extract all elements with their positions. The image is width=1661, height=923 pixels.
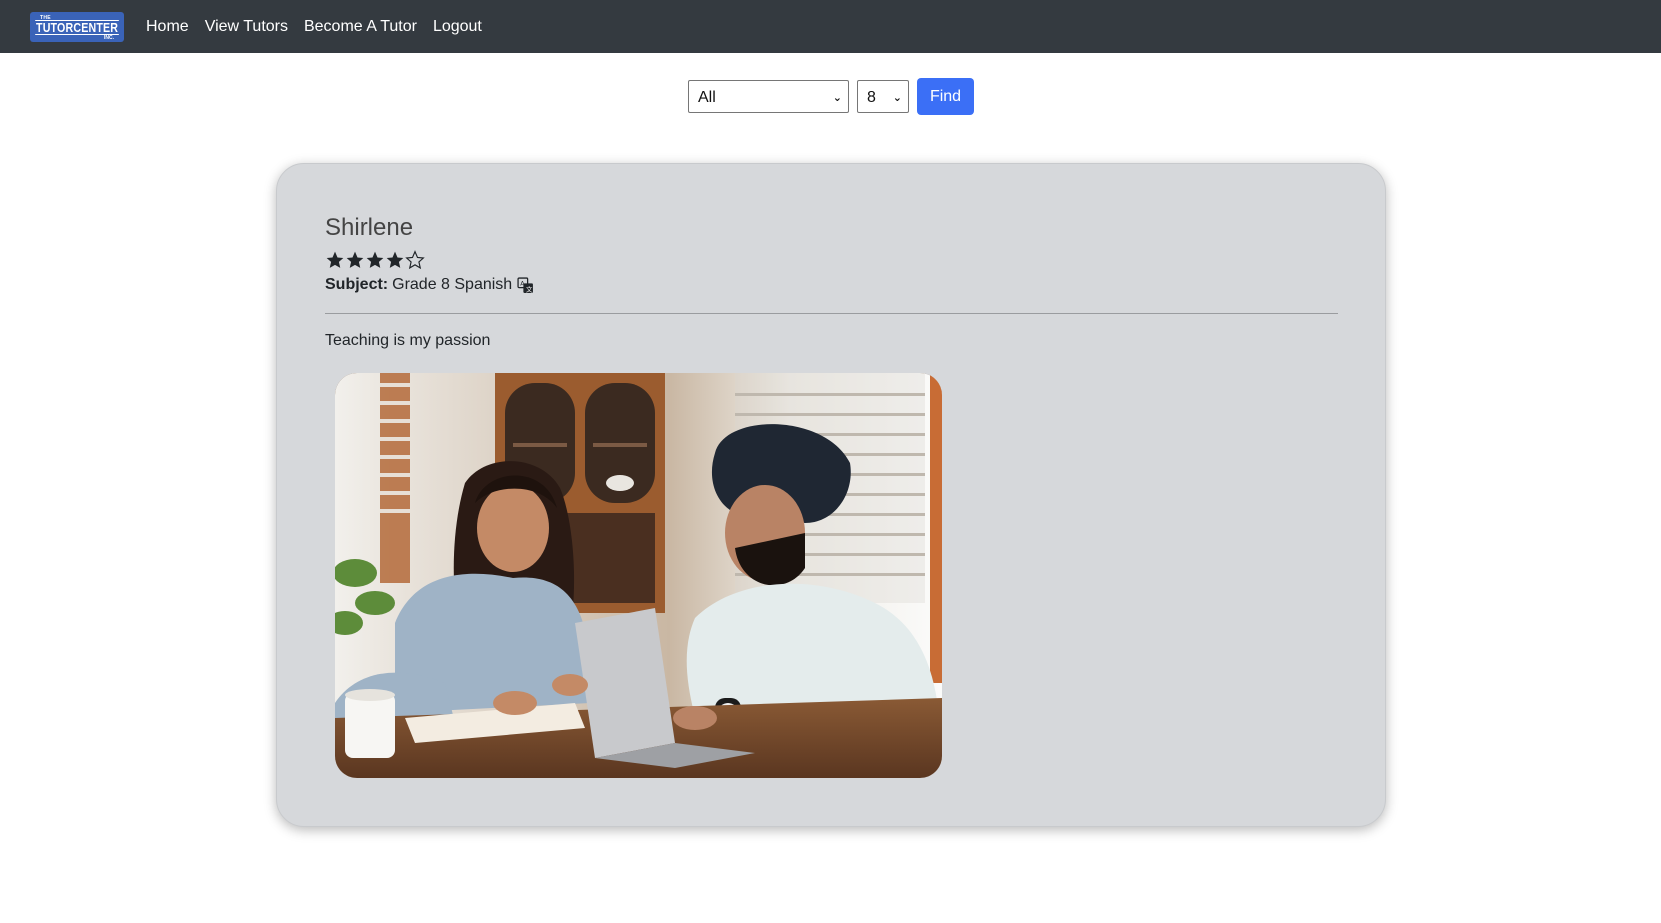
tutor-photo — [335, 373, 942, 778]
brand-logo-bottom: INC. — [104, 34, 114, 41]
chevron-down-icon: ⌄ — [892, 92, 902, 104]
subject-label: Subject: — [325, 276, 389, 293]
star-filled-icon — [366, 251, 384, 268]
nav-link-become-a-tutor[interactable]: Become A Tutor — [304, 18, 417, 36]
star-filled-icon — [346, 251, 364, 268]
grade-select[interactable]: 8 ⌄ — [857, 80, 909, 113]
nav-link-logout[interactable]: Logout — [433, 18, 482, 36]
grade-select-value: 8 — [867, 88, 876, 106]
top-navbar: THE TUTORCENTER INC. Home View Tutors Be… — [0, 0, 1661, 53]
tutor-card: Shirlene Subject: Grade 8 Spanish A 文 Te… — [276, 163, 1386, 827]
filter-bar: All ⌄ 8 ⌄ Find — [688, 78, 974, 115]
brand-logo[interactable]: THE TUTORCENTER INC. — [30, 11, 124, 42]
star-filled-icon — [326, 251, 344, 268]
nav-link-home[interactable]: Home — [146, 18, 189, 36]
tutor-photo-image — [335, 373, 942, 778]
find-button[interactable]: Find — [917, 78, 974, 115]
translate-icon: A 文 — [517, 276, 533, 293]
subject-value: Grade 8 Spanish — [392, 276, 513, 293]
svg-text:A: A — [520, 279, 525, 287]
subject-line: Subject: Grade 8 Spanish A 文 — [325, 276, 534, 294]
tutor-name: Shirlene — [325, 214, 414, 241]
tutor-bio: Teaching is my passion — [325, 332, 491, 349]
nav-link-view-tutors[interactable]: View Tutors — [205, 18, 288, 36]
brand-logo-main: TUTORCENTER — [35, 20, 119, 35]
subject-select[interactable]: All ⌄ — [688, 80, 849, 113]
star-rating — [325, 250, 425, 270]
svg-text:文: 文 — [526, 284, 533, 293]
chevron-down-icon: ⌄ — [832, 92, 842, 104]
subject-select-value: All — [698, 88, 716, 106]
star-empty-icon — [405, 250, 425, 270]
star-filled-icon — [386, 251, 404, 268]
card-divider — [325, 313, 1338, 314]
